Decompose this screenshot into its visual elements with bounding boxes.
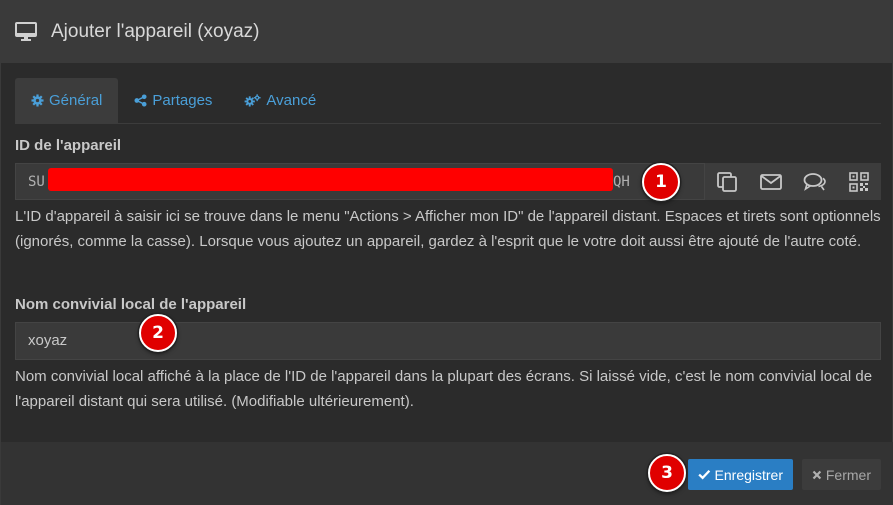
redaction-bar — [48, 168, 613, 191]
save-button[interactable]: Enregistrer — [688, 459, 793, 490]
device-id-label: ID de l'appareil — [15, 137, 122, 154]
close-button-label: Fermer — [825, 466, 871, 483]
device-name-help: Nom convivial local affiché à la place d… — [15, 368, 873, 410]
tab-advanced-label: Avancé — [266, 92, 317, 109]
tab-shares-label: Partages — [152, 92, 213, 109]
monitor-icon — [15, 22, 37, 41]
copy-button[interactable] — [705, 163, 749, 200]
tab-advanced[interactable]: Avancé — [228, 78, 332, 123]
gear-icon — [31, 94, 44, 107]
gears-icon — [245, 94, 262, 107]
dialog-title: Ajouter l'appareil (xoyaz) — [51, 21, 260, 42]
annotation-badge-3: 3 — [648, 454, 686, 492]
device-id-prefix: SU — [28, 174, 45, 190]
qr-code-button[interactable] — [837, 163, 881, 200]
tab-shares[interactable]: Partages — [118, 78, 228, 123]
tab-general[interactable]: Général — [15, 78, 119, 123]
tab-general-label: Général — [49, 92, 103, 109]
device-name-label: Nom convivial local de l'appareil — [15, 296, 247, 313]
email-button[interactable] — [749, 163, 793, 200]
close-icon — [812, 470, 822, 479]
annotation-badge-2: 2 — [139, 314, 177, 352]
device-id-group: SU QH — [15, 163, 881, 200]
close-button[interactable]: Fermer — [802, 459, 881, 490]
tab-divider — [15, 123, 881, 124]
qr-code-icon — [849, 171, 869, 192]
device-id-suffix: QH — [613, 174, 630, 190]
annotation-badge-1: 1 — [642, 163, 680, 201]
save-button-label: Enregistrer — [714, 466, 783, 483]
device-id-input[interactable]: SU QH — [15, 163, 705, 200]
share-icon — [134, 94, 147, 107]
add-device-dialog: Ajouter l'appareil (xoyaz) Général Parta… — [0, 0, 893, 505]
copy-icon — [717, 171, 737, 192]
device-id-actions — [705, 163, 881, 200]
dialog-header: Ajouter l'appareil (xoyaz) — [1, 1, 893, 63]
chat-button[interactable] — [793, 163, 837, 200]
tab-bar: Général Partages Avancé — [15, 78, 332, 123]
check-icon — [698, 469, 711, 480]
device-id-help: L'ID d'appareil à saisir ici se trouve d… — [15, 208, 881, 250]
email-icon — [760, 173, 782, 190]
chat-icon — [803, 172, 826, 191]
